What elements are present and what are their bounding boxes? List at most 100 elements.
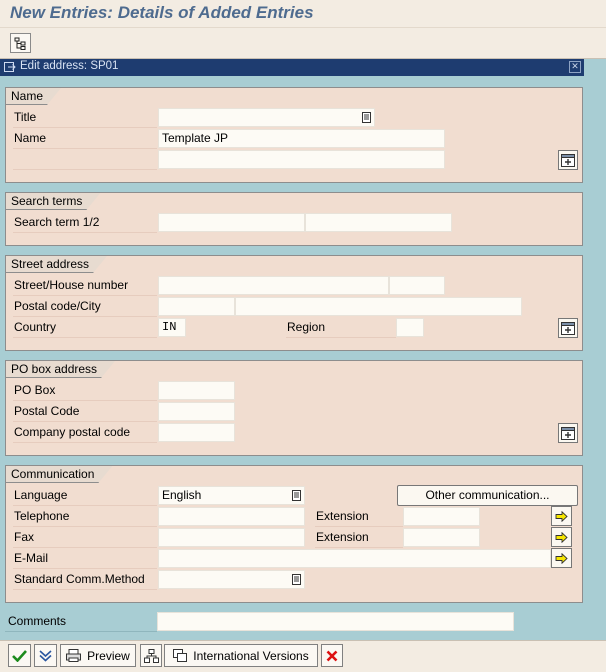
group-po-box-title: PO box address [6,361,115,378]
edit-window-icon [4,62,16,72]
name-field[interactable]: Template JP [158,129,445,148]
label-underline [286,337,396,338]
continue-button[interactable] [8,644,31,667]
label-underline [5,631,157,632]
print-preview-icon [66,649,82,662]
country-label: Country [14,320,57,334]
label-underline [13,442,157,443]
structure-icon [143,648,159,663]
std-comm-label: Standard Comm.Method [14,572,145,586]
name-label: Name [14,131,47,145]
std-comm-field[interactable] [158,570,305,589]
po-box-field[interactable] [158,381,235,400]
preview-label: Preview [87,648,130,663]
group-search-terms: Search terms Search term 1/2 [5,192,583,246]
application-toolbar [0,27,606,59]
search-term-label: Search term 1/2 [14,215,100,229]
other-communication-button[interactable]: Other communication... [397,485,578,506]
email-more-button[interactable] [551,548,572,568]
title-bar: New Entries: Details of Added Entries [0,0,606,27]
telephone-more-button[interactable] [551,506,572,526]
fax-label: Fax [14,530,35,544]
title-field[interactable] [158,108,375,127]
label-underline [13,421,157,422]
group-street-address: Street address Street/House number Posta… [5,255,583,351]
name-more-fields-button[interactable] [558,150,578,170]
postal-code-field[interactable] [158,297,235,316]
house-number-field[interactable] [389,276,445,295]
comments-field[interactable] [157,612,514,631]
street-more-fields-button[interactable] [558,318,578,338]
bottom-toolbar: Preview International Versions [0,640,606,672]
group-communication-title: Communication [6,466,112,483]
telephone-label: Telephone [14,509,70,523]
arrow-right-icon [555,531,568,543]
fax-extension-field[interactable] [403,528,480,547]
cancel-icon [326,650,338,661]
language-field[interactable]: English [158,486,305,505]
telephone-extension-field[interactable] [403,507,480,526]
fax-field[interactable] [158,528,305,547]
arrow-right-icon [555,552,568,564]
value-help-icon[interactable] [292,490,301,501]
po-postal-code-label: Postal Code [14,404,80,418]
more-fields-icon [561,153,575,167]
label-underline [315,526,403,527]
label-underline [13,232,157,233]
email-field[interactable] [158,549,551,568]
hierarchy-icon [14,37,26,50]
street-field[interactable] [158,276,389,295]
region-field[interactable] [396,318,424,337]
label-underline [13,337,157,338]
postal-city-label: Postal code/City [14,299,101,313]
international-versions-button[interactable]: International Versions [164,644,318,667]
compare-button[interactable] [140,644,162,667]
label-underline [13,547,157,548]
value-help-icon[interactable] [292,574,301,585]
city-field[interactable] [235,297,522,316]
company-postal-code-label: Company postal code [14,425,131,439]
more-fields-icon [561,321,575,335]
language-label: Language [14,488,68,502]
label-underline [13,169,157,170]
value-help-icon[interactable] [362,112,371,123]
cancel-button[interactable] [321,644,343,667]
group-communication: Communication Language English Other com… [5,465,583,603]
company-postal-code-field[interactable] [158,423,235,442]
telephone-extension-label: Extension [316,509,369,523]
versions-icon [173,649,188,662]
label-underline [315,547,403,548]
checkmark-icon [12,650,27,662]
dialog-title: Edit address: SP01 [20,60,119,72]
next-entry-button[interactable] [34,644,57,667]
search-term2-field[interactable] [305,213,452,232]
fax-more-button[interactable] [551,527,572,547]
label-underline [13,400,157,401]
close-icon: ✕ [571,61,579,71]
search-term1-field[interactable] [158,213,305,232]
group-name: Name Title Name Template JP [5,87,583,183]
close-dialog-button[interactable]: ✕ [569,61,581,73]
fax-extension-label: Extension [316,530,369,544]
telephone-field[interactable] [158,507,305,526]
name2-field[interactable] [158,150,445,169]
street-label: Street/House number [14,278,129,292]
page-title: New Entries: Details of Added Entries [10,3,314,22]
label-underline [13,526,157,527]
label-underline [13,127,157,128]
group-po-box: PO box address PO Box Postal Code Compan… [5,360,583,456]
country-field[interactable]: IN [158,318,186,337]
po-postal-code-field[interactable] [158,402,235,421]
po-box-label: PO Box [14,383,56,397]
region-label: Region [287,320,326,334]
more-fields-icon [561,426,575,440]
label-underline [13,148,157,149]
group-name-title: Name [6,88,61,105]
group-street-address-title: Street address [6,256,107,273]
dialog-header: Edit address: SP01 ✕ [0,59,584,76]
label-underline [13,295,157,296]
po-box-more-fields-button[interactable] [558,423,578,443]
arrow-right-icon [555,510,568,522]
preview-button[interactable]: Preview [60,644,136,667]
hierarchy-button[interactable] [10,33,31,53]
